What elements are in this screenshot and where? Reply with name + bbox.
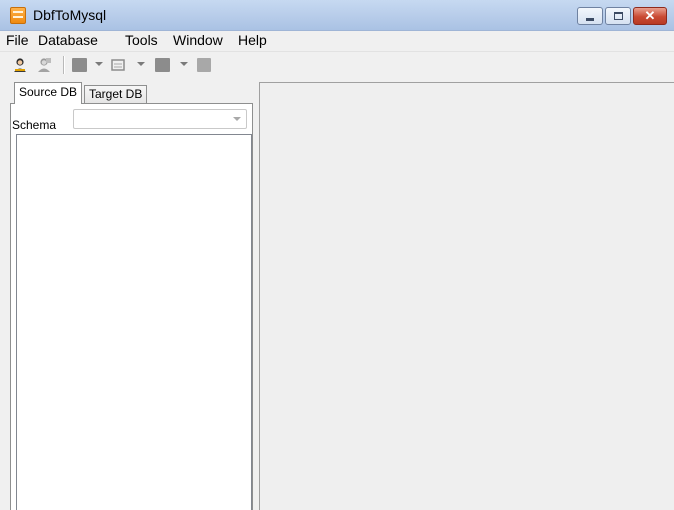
menu-bar: File Database Tools Window Help <box>0 31 674 51</box>
chevron-down-icon[interactable] <box>95 62 103 66</box>
connect-user-icon <box>14 58 26 72</box>
maximize-button[interactable] <box>605 7 631 25</box>
maximize-icon <box>614 12 623 20</box>
window-title: DbfToMysql <box>33 7 107 23</box>
stop-icon[interactable] <box>197 58 211 72</box>
schema-tree[interactable] <box>16 134 252 510</box>
chevron-down-icon[interactable] <box>180 62 188 66</box>
title-bar[interactable]: DbfToMysql ✕ <box>0 0 674 31</box>
minimize-button[interactable] <box>577 7 603 25</box>
menu-database[interactable]: Database <box>38 32 98 48</box>
schema-select[interactable] <box>73 109 247 129</box>
toolbar-separator <box>63 56 65 74</box>
minimize-icon <box>586 18 594 21</box>
menu-window[interactable]: Window <box>173 32 223 48</box>
menu-help[interactable]: Help <box>238 32 267 48</box>
schema-label: Schema <box>12 118 57 132</box>
menu-tools[interactable]: Tools <box>125 32 158 48</box>
close-button[interactable]: ✕ <box>633 7 667 25</box>
tab-source-db[interactable]: Source DB <box>14 82 83 104</box>
grid-icon[interactable] <box>155 58 170 72</box>
close-icon: ✕ <box>644 8 656 23</box>
workspace-area <box>259 82 674 510</box>
disconnect-user-icon <box>38 58 51 72</box>
tab-target-db[interactable]: Target DB <box>84 85 148 104</box>
chevron-down-icon <box>233 117 241 121</box>
disconnect-button[interactable] <box>36 57 52 73</box>
image-icon <box>111 59 125 71</box>
toolbar <box>0 51 674 78</box>
chevron-down-icon[interactable] <box>137 62 145 66</box>
table-icon[interactable] <box>72 58 87 72</box>
navigator-panel: Source DB Target DB Schema <box>10 82 253 510</box>
dbf-app-icon <box>10 7 26 24</box>
connect-button[interactable] <box>12 57 28 73</box>
image-button[interactable] <box>110 57 126 73</box>
window-controls: ✕ <box>575 7 667 25</box>
app-window: DbfToMysql ✕ File Database Tools Window … <box>0 0 674 510</box>
source-db-panel: Schema <box>10 103 253 510</box>
menu-file[interactable]: File <box>6 32 29 48</box>
